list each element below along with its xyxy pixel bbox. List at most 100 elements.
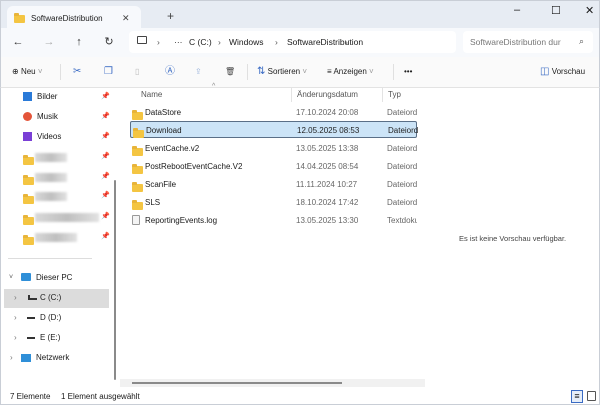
search-input[interactable]: SoftwareDistribution dur ⌕: [463, 31, 593, 53]
new-tab-button[interactable]: +: [167, 9, 174, 23]
sidebar-label: Netzwerk: [36, 353, 70, 362]
file-row[interactable]: ScanFile 11.11.2024 10:27 Dateiordner: [130, 176, 417, 193]
sidebar-item-blurred[interactable]: 📌: [1, 187, 113, 205]
folder-icon: [132, 110, 143, 120]
folder-icon: [132, 164, 143, 174]
tiles-view-button[interactable]: [587, 391, 596, 401]
tab-title: SoftwareDistribution: [31, 14, 103, 23]
pin-icon: 📌: [101, 133, 110, 140]
up-button[interactable]: ↑: [71, 35, 87, 49]
rename-icon[interactable]: Ⓐ: [165, 65, 175, 79]
sidebar-item-blurred[interactable]: 📌: [1, 208, 113, 226]
file-name: DataStore: [145, 108, 182, 117]
view-button[interactable]: ≡ Anzeigen ˅: [327, 65, 374, 79]
sidebar-item-blurred[interactable]: 📌: [1, 168, 113, 186]
sidebar-item-blurred[interactable]: 📌: [1, 228, 113, 246]
breadcrumb-windows[interactable]: Windows: [229, 37, 263, 47]
sidebar-item-e-drive[interactable]: › E (E:): [1, 329, 113, 347]
title-bar: SoftwareDistribution ✕ + – ☐ ✕: [0, 0, 600, 30]
sidebar-item-netzwerk[interactable]: › Netzwerk: [1, 349, 113, 367]
back-button[interactable]: ←: [10, 35, 26, 49]
column-header-date[interactable]: Änderungsdatum: [297, 90, 358, 99]
folder-icon: [132, 200, 143, 210]
chevron-right-icon: ›: [14, 293, 17, 302]
address-bar[interactable]: › ··· C (C:) › Windows › SoftwareDistrib…: [129, 31, 456, 53]
cut-icon[interactable]: ✂: [73, 65, 81, 79]
forward-button[interactable]: →: [41, 35, 57, 49]
sort-button[interactable]: ⇅ Sortieren ˅: [257, 65, 307, 79]
sidebar-item-musik[interactable]: Musik 📌: [1, 108, 113, 126]
sidebar-label: D (D:): [40, 313, 62, 322]
maximize-button[interactable]: ☐: [551, 4, 561, 17]
share-icon[interactable]: ⇪: [195, 65, 202, 79]
file-type: Dateiordner: [387, 180, 417, 189]
file-row[interactable]: EventCache.v2 13.05.2025 13:38 Dateiordner: [130, 140, 417, 157]
file-row[interactable]: ReportingEvents.log 13.05.2025 13:30 Textd…: [130, 212, 417, 229]
sidebar-item-c-drive[interactable]: › C (C:): [4, 289, 109, 308]
search-icon: ⌕: [579, 36, 585, 46]
file-date: 17.10.2024 20:08: [296, 108, 359, 117]
sort-label: Sortieren: [267, 67, 301, 76]
navigation-pane: Bilder 📌 Musik 📌 Videos 📌 📌 📌 📌 📌 📌 ˅ Dieser…: [0, 88, 113, 390]
folder-icon: [23, 175, 34, 185]
folder-icon: [133, 128, 144, 138]
folder-icon: [132, 146, 143, 156]
sort-icon: ⇅: [257, 66, 266, 77]
more-options-button[interactable]: •••: [404, 65, 412, 79]
preview-pane-button[interactable]: ◫ Vorschau: [540, 65, 585, 79]
file-type: Textdokument: [387, 216, 417, 225]
folder-icon: [23, 194, 34, 204]
folder-icon: [23, 155, 34, 165]
pin-icon: 📌: [101, 233, 110, 240]
minimize-button[interactable]: –: [514, 4, 520, 16]
delete-icon[interactable]: 🗑: [225, 65, 235, 79]
refresh-button[interactable]: ↻: [101, 35, 117, 49]
sidebar-label: Bilder: [37, 92, 58, 101]
videos-icon: [23, 132, 32, 141]
breadcrumb-softwaredistribution[interactable]: SoftwareDistribution: [287, 37, 363, 47]
divider: [8, 258, 92, 259]
computer-icon: [21, 273, 31, 281]
folder-icon: [23, 235, 34, 245]
search-placeholder: SoftwareDistribution dur: [470, 37, 561, 47]
tab-close-button[interactable]: ✕: [122, 13, 130, 24]
paste-icon[interactable]: ▯: [135, 65, 139, 79]
sidebar-item-blurred[interactable]: 📌: [1, 148, 113, 166]
status-bar: 7 Elemente 1 Element ausgewählt ≡: [0, 389, 600, 405]
pin-icon: 📌: [101, 173, 110, 180]
breadcrumb-c-drive[interactable]: C (C:): [189, 37, 212, 47]
column-header-type[interactable]: Typ: [388, 90, 401, 99]
file-type: Dateiordner: [387, 198, 417, 207]
preview-pane: Es ist keine Vorschau verfügbar.: [425, 88, 600, 390]
file-row[interactable]: PostRebootEventCache.V2 14.04.2025 08:54 D…: [130, 158, 417, 175]
file-name: SLS: [145, 198, 161, 207]
file-row[interactable]: DataStore 17.10.2024 20:08 Dateiordner: [130, 104, 417, 121]
divider: [393, 64, 394, 80]
divider: [247, 64, 248, 80]
sidebar-item-dieser-pc[interactable]: ˅ Dieser PC: [1, 269, 113, 287]
sort-arrow-icon: ^: [212, 83, 216, 90]
pin-icon: 📌: [101, 213, 110, 220]
close-button[interactable]: ✕: [585, 4, 594, 17]
details-view-button[interactable]: ≡: [571, 390, 583, 403]
breadcrumb-ellipsis[interactable]: ···: [174, 37, 183, 47]
sidebar-item-bilder[interactable]: Bilder 📌: [1, 88, 113, 106]
plus-circle-icon: ⊕: [12, 67, 19, 76]
tab-softwaredistribution[interactable]: SoftwareDistribution ✕: [7, 6, 141, 30]
file-row[interactable]: SLS 18.10.2024 17:42 Dateiordner: [130, 194, 417, 211]
horizontal-scrollbar-thumb[interactable]: [132, 382, 342, 384]
copy-icon[interactable]: ❐: [104, 65, 113, 79]
pin-icon: 📌: [101, 93, 110, 100]
file-name: Download: [146, 126, 182, 135]
drive-icon: [27, 317, 35, 319]
sidebar-scrollbar[interactable]: [114, 180, 116, 380]
sidebar-label: Videos: [37, 132, 62, 141]
new-button[interactable]: ⊕ Neu ˅: [12, 65, 43, 79]
file-date: 13.05.2025 13:38: [296, 144, 359, 153]
file-date: 13.05.2025 13:30: [296, 216, 359, 225]
column-header-name[interactable]: Name: [141, 90, 162, 99]
sidebar-item-d-drive[interactable]: › D (D:): [1, 309, 113, 327]
drive-icon: [27, 337, 35, 339]
sidebar-item-videos[interactable]: Videos 📌: [1, 128, 113, 146]
file-row[interactable]: Download 12.05.2025 08:53 Dateiordner: [130, 121, 418, 138]
